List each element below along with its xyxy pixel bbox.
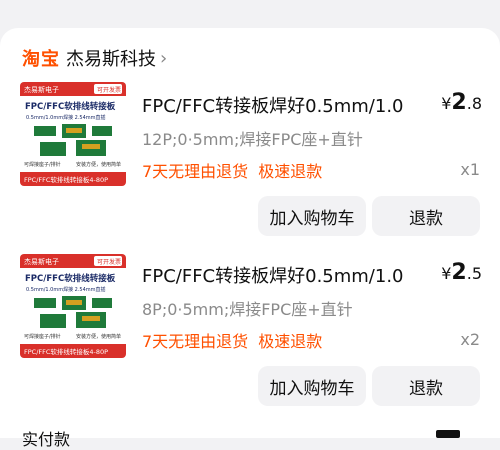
thumb-footer-left: 可焊接座子/排针 (24, 161, 61, 168)
promo-return: 7天无理由退货 (142, 332, 249, 351)
refund-button[interactable]: 退款 (372, 366, 480, 406)
product-image-icon: 杰易斯电子 可开发票 FPC/FFC软排线转接板 0.5mm/1.0mm焊接 2… (20, 82, 126, 186)
price-integer: 2 (451, 90, 467, 115)
product-spec[interactable]: 12P;0·5mm;焊接FPC座+直针 (142, 126, 363, 150)
thumb-headline: FPC/FFC软排线转接板 (25, 273, 116, 284)
refund-button[interactable]: 退款 (372, 196, 480, 236)
thumb-brand: 杰易斯电子 (24, 257, 59, 266)
thumb-sub: 0.5mm/1.0mm焊接 2.54mm直插 (26, 114, 106, 121)
thumb-footer-left: 可焊接座子/排针 (24, 333, 61, 340)
thumb-footer-right: 安装方便，使用简单 (76, 161, 121, 168)
product-thumbnail[interactable]: 杰易斯电子 可开发票 FPC/FFC软排线转接板 0.5mm/1.0mm焊接 2… (20, 254, 126, 358)
promo-tags: 7天无理由退货 极速退款 (142, 158, 322, 182)
shop-name[interactable]: 杰易斯科技 (66, 45, 156, 71)
price-decimal: .8 (466, 94, 482, 113)
promo-tags: 7天无理由退货 极速退款 (142, 328, 322, 352)
price-decimal: .5 (466, 264, 482, 283)
price-integer: 2 (451, 260, 467, 285)
thumb-badge: 可开发票 (97, 258, 121, 266)
thumb-bottom-band: FPC/FFC软排线转接板4-80P (24, 175, 108, 184)
price-symbol: ¥ (441, 264, 452, 283)
quantity: x1 (460, 160, 480, 179)
thumb-headline: FPC/FFC软排线转接板 (25, 101, 116, 112)
add-to-cart-button[interactable]: 加入购物车 (258, 366, 366, 406)
taobao-logo: 淘宝 (22, 49, 60, 70)
promo-fast-refund: 极速退款 (258, 162, 323, 181)
thumb-badge: 可开发票 (97, 86, 121, 94)
chevron-right-icon[interactable]: › (160, 48, 167, 69)
product-title[interactable]: FPC/FFC转接板焊好0.5mm/1.0 (142, 92, 404, 118)
total-paid-label: 实付款 (22, 430, 71, 449)
price-symbol: ¥ (441, 94, 452, 113)
product-price: ¥2.5 (441, 260, 482, 285)
thumb-footer-right: 安装方便，使用简单 (76, 333, 121, 340)
top-strip (0, 0, 500, 20)
product-price: ¥2.8 (441, 90, 482, 115)
add-to-cart-button[interactable]: 加入购物车 (258, 196, 366, 236)
thumb-bottom-band: FPC/FFC软排线转接板4-80P (24, 347, 108, 356)
promo-fast-refund: 极速退款 (258, 332, 323, 351)
quantity: x2 (460, 330, 480, 349)
product-spec[interactable]: 8P;0·5mm;焊接FPC座+直针 (142, 296, 353, 320)
product-title[interactable]: FPC/FFC转接板焊好0.5mm/1.0 (142, 262, 404, 288)
shop-header[interactable]: 淘宝 杰易斯科技 › (22, 44, 167, 72)
thumb-sub: 0.5mm/1.0mm焊接 2.54mm直插 (26, 286, 106, 293)
total-paid-amount (436, 430, 460, 438)
product-thumbnail[interactable]: 杰易斯电子 可开发票 FPC/FFC软排线转接板 0.5mm/1.0mm焊接 2… (20, 82, 126, 186)
thumb-brand: 杰易斯电子 (24, 85, 59, 94)
product-image-icon: 杰易斯电子 可开发票 FPC/FFC软排线转接板 0.5mm/1.0mm焊接 2… (20, 254, 126, 358)
promo-return: 7天无理由退货 (142, 162, 249, 181)
